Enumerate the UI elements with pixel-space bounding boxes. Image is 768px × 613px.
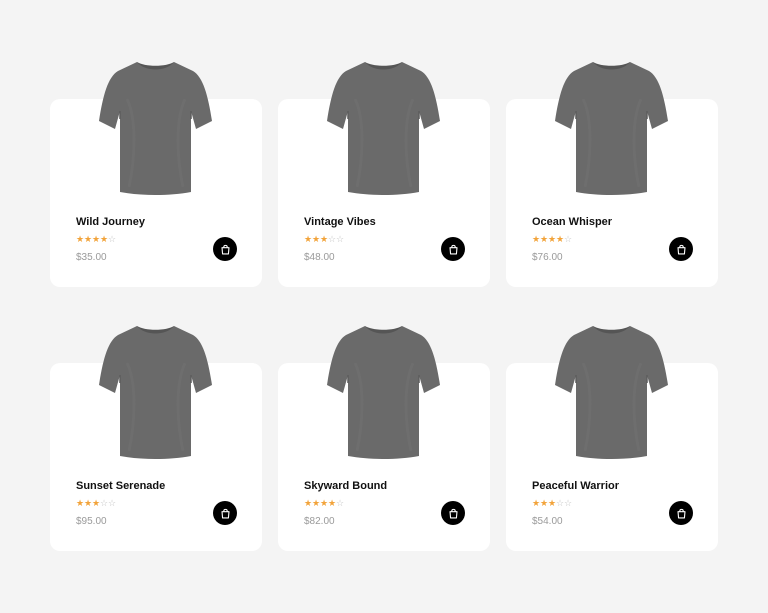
add-to-cart-button[interactable] <box>669 237 693 261</box>
product-name[interactable]: Skyward Bound <box>304 480 387 492</box>
star-filled-icon: ★ <box>304 499 313 509</box>
star-rating: ★ ★ ★ ★ ☆ <box>76 235 116 245</box>
product-card[interactable]: Vintage Vibes ★ ★ ★ ☆ ☆ $48.00 <box>278 59 490 287</box>
star-filled-icon: ★ <box>320 499 329 509</box>
star-empty-icon: ☆ <box>328 235 337 245</box>
product-price: $48.00 <box>304 252 335 263</box>
star-filled-icon: ★ <box>540 235 549 245</box>
tshirt-image[interactable] <box>97 323 214 460</box>
tshirt-image[interactable] <box>553 323 670 460</box>
star-filled-icon: ★ <box>84 235 93 245</box>
star-rating: ★ ★ ★ ☆ ☆ <box>304 235 344 245</box>
star-empty-icon: ☆ <box>564 235 573 245</box>
star-rating: ★ ★ ★ ★ ☆ <box>304 499 344 509</box>
product-name[interactable]: Vintage Vibes <box>304 216 376 228</box>
add-to-cart-button[interactable] <box>669 501 693 525</box>
product-price: $95.00 <box>76 516 107 527</box>
star-filled-icon: ★ <box>328 499 337 509</box>
star-rating: ★ ★ ★ ☆ ☆ <box>532 499 572 509</box>
add-to-cart-button[interactable] <box>213 237 237 261</box>
tshirt-image[interactable] <box>553 59 670 196</box>
star-empty-icon: ☆ <box>336 499 345 509</box>
shopping-bag-icon <box>448 508 459 519</box>
star-filled-icon: ★ <box>532 235 541 245</box>
star-empty-icon: ☆ <box>564 499 573 509</box>
star-empty-icon: ☆ <box>108 235 117 245</box>
product-card[interactable]: Skyward Bound ★ ★ ★ ★ ☆ $82.00 <box>278 323 490 551</box>
star-rating: ★ ★ ★ ★ ☆ <box>532 235 572 245</box>
star-filled-icon: ★ <box>320 235 329 245</box>
product-price: $35.00 <box>76 252 107 263</box>
star-filled-icon: ★ <box>92 499 101 509</box>
star-rating: ★ ★ ★ ☆ ☆ <box>76 499 116 509</box>
product-card[interactable]: Ocean Whisper ★ ★ ★ ★ ☆ $76.00 <box>506 59 718 287</box>
star-empty-icon: ☆ <box>336 235 345 245</box>
star-filled-icon: ★ <box>548 235 557 245</box>
star-filled-icon: ★ <box>76 235 85 245</box>
shopping-bag-icon <box>448 244 459 255</box>
star-empty-icon: ☆ <box>556 499 565 509</box>
product-name[interactable]: Ocean Whisper <box>532 216 612 228</box>
product-price: $76.00 <box>532 252 563 263</box>
star-filled-icon: ★ <box>548 499 557 509</box>
star-filled-icon: ★ <box>312 235 321 245</box>
star-filled-icon: ★ <box>76 499 85 509</box>
star-filled-icon: ★ <box>92 235 101 245</box>
star-filled-icon: ★ <box>312 499 321 509</box>
product-card[interactable]: Sunset Serenade ★ ★ ★ ☆ ☆ $95.00 <box>50 323 262 551</box>
star-filled-icon: ★ <box>556 235 565 245</box>
tshirt-image[interactable] <box>325 323 442 460</box>
tshirt-image[interactable] <box>97 59 214 196</box>
add-to-cart-button[interactable] <box>441 237 465 261</box>
star-empty-icon: ☆ <box>108 499 117 509</box>
star-filled-icon: ★ <box>304 235 313 245</box>
product-price: $54.00 <box>532 516 563 527</box>
shopping-bag-icon <box>220 508 231 519</box>
product-name[interactable]: Sunset Serenade <box>76 480 165 492</box>
product-card[interactable]: Wild Journey ★ ★ ★ ★ ☆ $35.00 <box>50 59 262 287</box>
shopping-bag-icon <box>676 508 687 519</box>
add-to-cart-button[interactable] <box>441 501 465 525</box>
product-card[interactable]: Peaceful Warrior ★ ★ ★ ☆ ☆ $54.00 <box>506 323 718 551</box>
add-to-cart-button[interactable] <box>213 501 237 525</box>
star-empty-icon: ☆ <box>100 499 109 509</box>
shopping-bag-icon <box>676 244 687 255</box>
product-grid: Wild Journey ★ ★ ★ ★ ☆ $35.00 Vintage Vibes … <box>50 59 718 551</box>
shopping-bag-icon <box>220 244 231 255</box>
product-name[interactable]: Wild Journey <box>76 216 145 228</box>
product-price: $82.00 <box>304 516 335 527</box>
tshirt-image[interactable] <box>325 59 442 196</box>
star-filled-icon: ★ <box>84 499 93 509</box>
star-filled-icon: ★ <box>532 499 541 509</box>
star-filled-icon: ★ <box>100 235 109 245</box>
product-name[interactable]: Peaceful Warrior <box>532 480 619 492</box>
star-filled-icon: ★ <box>540 499 549 509</box>
